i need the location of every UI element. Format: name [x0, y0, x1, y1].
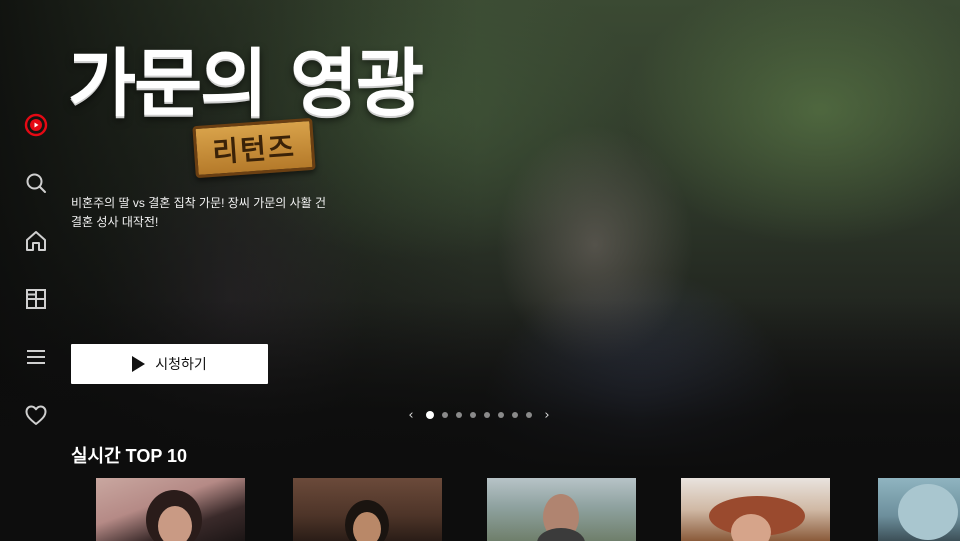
- pager-dot[interactable]: [470, 412, 476, 418]
- grid-icon[interactable]: [22, 285, 50, 313]
- pager-dot[interactable]: [526, 412, 532, 418]
- next-arrow-icon[interactable]: ›: [540, 406, 554, 424]
- watch-button[interactable]: 시청하기: [71, 344, 268, 384]
- home-icon[interactable]: [22, 227, 50, 255]
- pager-dot[interactable]: [426, 411, 434, 419]
- pager-dots: [426, 411, 532, 419]
- pager-dot[interactable]: [456, 412, 462, 418]
- content-thumbnail[interactable]: [293, 478, 442, 541]
- hero-title: 가문의 영광: [68, 41, 424, 127]
- content-thumbnail[interactable]: [96, 478, 245, 541]
- content-thumbnail[interactable]: [681, 478, 830, 541]
- content-thumbnail[interactable]: [878, 478, 960, 541]
- pager-dot[interactable]: [512, 412, 518, 418]
- pager-dot[interactable]: [498, 412, 504, 418]
- hero-pager: ‹ ›: [404, 406, 554, 424]
- hero-subtitle-badge: 리턴즈: [192, 117, 316, 179]
- menu-icon[interactable]: [22, 343, 50, 371]
- pager-dot[interactable]: [484, 412, 490, 418]
- pager-dot[interactable]: [442, 412, 448, 418]
- section-title: 실시간 TOP 10: [71, 446, 188, 466]
- hero-description-line2: 결혼 성사 대작전!: [71, 215, 159, 229]
- hero-subtitle-text: 리턴즈: [211, 130, 297, 169]
- hero-description: 비혼주의 딸 vs 결혼 집착 가문! 장씨 가문의 사활 건 결혼 성사 대작…: [71, 194, 351, 232]
- play-logo-icon[interactable]: [22, 111, 50, 139]
- watch-button-label: 시청하기: [155, 356, 207, 372]
- hero-description-line1: 비혼주의 딸 vs 결혼 집착 가문! 장씨 가문의 사활 건: [71, 196, 327, 210]
- heart-icon[interactable]: [22, 401, 50, 429]
- search-icon[interactable]: [22, 169, 50, 197]
- sidebar: [0, 0, 70, 541]
- play-icon: [132, 356, 146, 372]
- prev-arrow-icon[interactable]: ‹: [404, 406, 418, 424]
- content-thumbnail[interactable]: [487, 478, 636, 541]
